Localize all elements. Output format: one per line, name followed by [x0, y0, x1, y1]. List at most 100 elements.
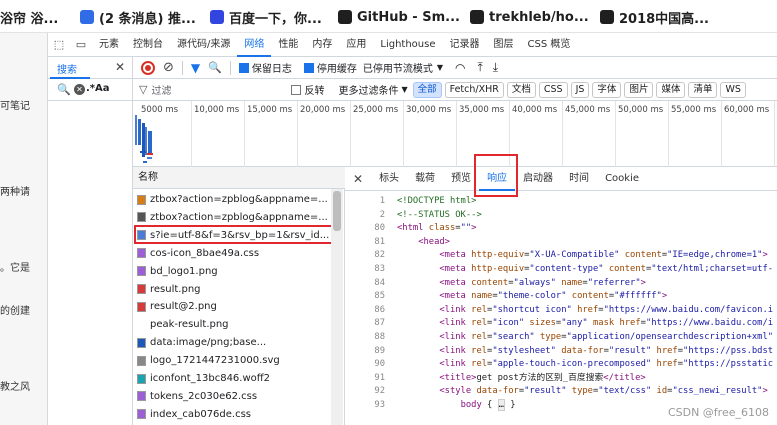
filter-type-chip[interactable]: Fetch/XHR [444, 81, 504, 98]
chevron-down-icon[interactable]: ▼ [401, 85, 407, 94]
request-name: tokens_2c030e62.css [150, 390, 258, 402]
close-detail-icon[interactable]: ✕ [353, 172, 363, 186]
filter-icon[interactable]: ▼ [191, 61, 200, 75]
request-row[interactable]: ztbox?action=zpblog&appname=... [133, 209, 331, 226]
detail-tab-2[interactable]: 载荷 [407, 167, 443, 191]
timeline-tick-label: 30,000 ms [406, 105, 452, 115]
request-row[interactable]: logo_1721447231000.svg [133, 352, 331, 369]
scrollbar-thumb[interactable] [333, 191, 341, 231]
page-text-fragment: 教之风 [0, 382, 30, 393]
download-icon[interactable]: ⤓ [493, 60, 498, 75]
preserve-log-label: 保留日志 [251, 64, 292, 75]
request-row[interactable]: ztbox?action=zpblog&appname=... [133, 191, 331, 208]
chevron-down-icon[interactable]: ▼ [437, 63, 443, 72]
search-network-icon[interactable]: 🔍 [208, 61, 222, 74]
search-input-row: 🔍 ✕ .*Aa [48, 79, 133, 101]
search-options[interactable]: .*Aa [86, 83, 110, 94]
throttle-select[interactable]: 已停用节流模式 [363, 60, 433, 75]
tab-4[interactable]: 网络 [237, 33, 272, 57]
timeline-gridline [721, 101, 722, 167]
line-number: 90 [374, 359, 385, 370]
request-row[interactable]: peak-result.png [133, 316, 331, 333]
page-text-fragment: 可笔记 [0, 101, 30, 112]
request-name: data:image/png;base... [150, 337, 267, 349]
response-code-view[interactable]: 1 <!DOCTYPE html> 2 <!--STATUS OK--> 80 <html… [345, 191, 777, 425]
request-row[interactable]: result.png [133, 281, 331, 298]
filter-input[interactable]: 过滤 [151, 82, 291, 97]
clear-search-icon[interactable]: ✕ [74, 84, 85, 95]
image-icon [137, 301, 146, 312]
filter-type-chip[interactable]: 文档 [506, 81, 536, 98]
request-row[interactable]: result@2.png [133, 298, 331, 315]
line-number: 2 [379, 209, 385, 220]
more-filters-dropdown[interactable]: 更多过滤条件 [338, 82, 398, 97]
xhr-icon [137, 194, 146, 205]
code-line: <link rel="icon" sizes="any" mask href="… [439, 318, 774, 329]
device-toolbar-icon[interactable]: ▭ [74, 38, 88, 52]
request-list-scrollbar[interactable] [331, 189, 343, 425]
watermark: CSDN @free_6108 [667, 406, 769, 419]
code-line: <!DOCTYPE html> [397, 196, 477, 206]
request-name: ztbox?action=zpblog&appname=... [150, 211, 328, 223]
bookmark-2[interactable]: (2 条消息) 推... [80, 7, 196, 27]
filter-type-chip[interactable]: 图片 [624, 81, 654, 98]
page-text-fragment: 两种请 [0, 187, 30, 198]
bookmark-6[interactable]: 2018中国高... [600, 7, 709, 27]
close-icon[interactable]: ✕ [115, 60, 125, 74]
tab-8[interactable]: Lighthouse [373, 33, 442, 57]
bookmark-3[interactable]: 百度一下，你... [210, 7, 322, 27]
detail-tab-5[interactable]: 启动器 [515, 167, 561, 191]
disable-cache-checkbox[interactable] [303, 62, 314, 73]
code-line: <meta http-equiv="content-type" content=… [439, 264, 774, 274]
record-icon[interactable] [141, 60, 155, 75]
tab-11[interactable]: CSS 概览 [521, 33, 578, 57]
name-column-header[interactable]: 名称 [133, 167, 345, 189]
css-icon [137, 391, 146, 402]
tab-10[interactable]: 图层 [487, 33, 521, 57]
doc-icon [137, 212, 146, 223]
request-row[interactable]: index_cab076de.css [133, 406, 331, 423]
detail-tab-6[interactable]: 时间 [561, 167, 597, 191]
bookmark-5[interactable]: trekhleb/ho... [470, 7, 589, 27]
filter-type-chip[interactable]: 全部 [412, 81, 442, 98]
tab-1[interactable]: 元素 [92, 33, 126, 57]
detail-tab-1[interactable]: 标头 [371, 167, 407, 191]
request-row[interactable]: data:image/png;base... [133, 334, 331, 351]
filter-type-chip[interactable]: 媒体 [656, 81, 686, 98]
tab-9[interactable]: 记录器 [443, 33, 487, 57]
request-row[interactable]: cos-icon_8bae49a.css [133, 245, 331, 262]
code-line: <link rel="shortcut icon" href="https://… [439, 304, 774, 315]
preserve-log-checkbox[interactable] [238, 62, 249, 73]
filter-funnel-icon: ▽ [139, 83, 148, 96]
filter-type-chip[interactable]: CSS [538, 81, 568, 98]
tab-2[interactable]: 控制台 [126, 33, 170, 57]
page-text-fragment: 的创建 [0, 306, 30, 317]
tab-5[interactable]: 性能 [271, 33, 305, 57]
tab-6[interactable]: 内存 [305, 33, 339, 57]
bookmark-4[interactable]: GitHub - Sm... [338, 7, 460, 27]
filter-type-chip[interactable]: WS [720, 81, 746, 98]
code-line: <html class=""> [397, 223, 477, 234]
code-line: <meta name="theme-color" content="#fffff… [439, 291, 668, 302]
detail-tab-7[interactable]: Cookie [597, 167, 647, 191]
filter-type-chip[interactable]: 清单 [688, 81, 718, 98]
page-text-fragment: 。它是 [0, 263, 30, 274]
request-row[interactable]: tokens_2c030e62.css [133, 388, 331, 405]
tab-7[interactable]: 应用 [339, 33, 373, 57]
request-name: ztbox?action=zpblog&appname=... [150, 194, 328, 205]
filter-type-chip[interactable]: 字体 [592, 81, 622, 98]
inspect-icon[interactable]: ⬚ [52, 38, 66, 52]
timeline-tick-label: 15,000 ms [247, 105, 293, 115]
bookmark-1[interactable]: 浴帘 浴... [0, 7, 58, 27]
request-row[interactable]: bd_logo1.png [133, 263, 331, 280]
timeline-gridline [297, 101, 298, 167]
wifi-icon[interactable]: ◠ [455, 61, 465, 75]
invert-checkbox[interactable] [291, 84, 302, 95]
clear-icon[interactable]: ⊘ [163, 60, 174, 75]
tab-3[interactable]: 源代码/来源 [170, 33, 237, 57]
upload-icon[interactable]: ⤒ [477, 60, 482, 75]
search-tab[interactable]: 搜索 [57, 61, 77, 76]
request-row[interactable]: iconfont_13bc846.woff2 [133, 370, 331, 387]
network-timeline[interactable]: 5000 ms 10,000 ms 15,000 ms 20,000 ms 25,000… [133, 101, 777, 167]
filter-type-chip[interactable]: JS [570, 81, 590, 98]
